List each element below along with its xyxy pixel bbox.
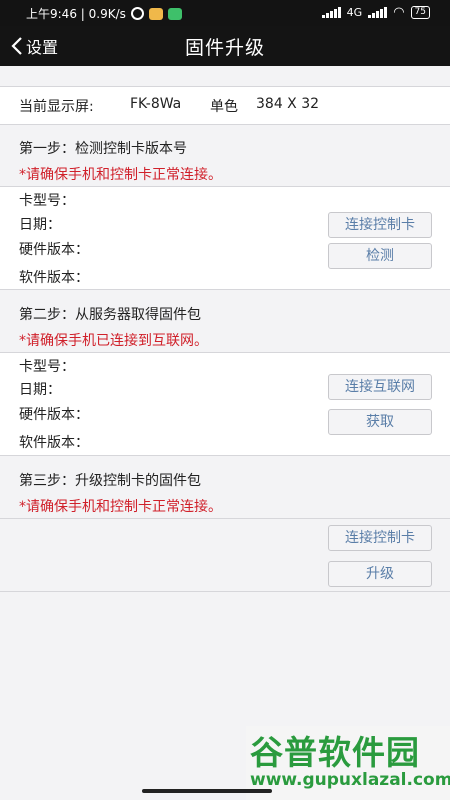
step1-title: 第一步：检测控制卡版本号 (19, 141, 187, 157)
step3-title: 第三步：升级控制卡的固件包 (19, 473, 201, 489)
divider (0, 124, 450, 125)
display-resolution: 384 X 32 (256, 96, 320, 112)
step2-field-card-model: 卡型号： (19, 359, 75, 375)
step3-warning: *请确保手机和控制卡正常连接。 (19, 499, 222, 515)
step3-upgrade-button[interactable]: 升级 (328, 561, 432, 587)
step1-detect-button[interactable]: 检测 (328, 243, 432, 269)
chat-notification-icon (167, 7, 182, 20)
display-model: FK-8Wa (130, 96, 182, 112)
home-indicator[interactable] (142, 789, 272, 793)
mail-notification-icon (148, 7, 163, 20)
divider (0, 455, 450, 456)
step2-fetch-button[interactable]: 获取 (328, 409, 432, 435)
divider (0, 86, 450, 87)
status-right: 4G ◠ 75 (321, 5, 430, 20)
page-title: 固件升级 (184, 37, 265, 59)
watermark-name: 谷普软件园 (250, 733, 420, 772)
step1-warning: *请确保手机和控制卡正常连接。 (19, 167, 222, 183)
nav-bar: 设置 固件升级 (0, 26, 450, 66)
step1-field-hardware: 硬件版本： (19, 242, 89, 258)
wifi-icon: ◠ (393, 5, 405, 20)
step1-field-date: 日期： (19, 217, 61, 233)
step1-field-card-model: 卡型号： (19, 193, 75, 209)
step2-field-software: 软件版本： (19, 435, 89, 451)
battery-icon: 75 (410, 6, 430, 19)
status-left: 上午9:46 | 0.9K/s (26, 5, 182, 22)
step3-panel: 连接控制卡 升级 (0, 519, 450, 591)
status-bar: 上午9:46 | 0.9K/s 4G ◠ 75 (0, 0, 450, 26)
step1-connect-button[interactable]: 连接控制卡 (328, 212, 432, 238)
status-time-speed: 上午9:46 | 0.9K/s (26, 7, 126, 21)
step3-connect-button[interactable]: 连接控制卡 (328, 525, 432, 551)
step2-field-date: 日期： (19, 382, 61, 398)
step2-warning: *请确保手机已连接到互联网。 (19, 333, 208, 349)
step2-panel: 卡型号： 日期： 硬件版本： 软件版本： 连接互联网 获取 (0, 353, 450, 455)
divider (0, 591, 450, 592)
signal-icon-2 (368, 7, 388, 18)
step2-title: 第二步：从服务器取得固件包 (19, 307, 201, 323)
step1-field-software: 软件版本： (19, 270, 89, 286)
step1-panel: 卡型号： 日期： 硬件版本： 软件版本： 连接控制卡 检测 (0, 187, 450, 289)
display-color: 单色 (210, 99, 238, 115)
step2-connect-internet-button[interactable]: 连接互联网 (328, 374, 432, 400)
signal-icon (321, 7, 341, 18)
display-info-row: 当前显示屏: FK-8Wa 单色 384 X 32 (0, 86, 450, 124)
watermark: 谷普软件园 www.gupuxlazal.com (246, 726, 450, 800)
display-label: 当前显示屏: (19, 99, 94, 115)
step2-field-hardware: 硬件版本： (19, 407, 89, 423)
alarm-icon (130, 7, 144, 20)
watermark-url: www.gupuxlazal.com (250, 770, 450, 790)
network-type: 4G (346, 6, 363, 19)
divider (0, 289, 450, 290)
